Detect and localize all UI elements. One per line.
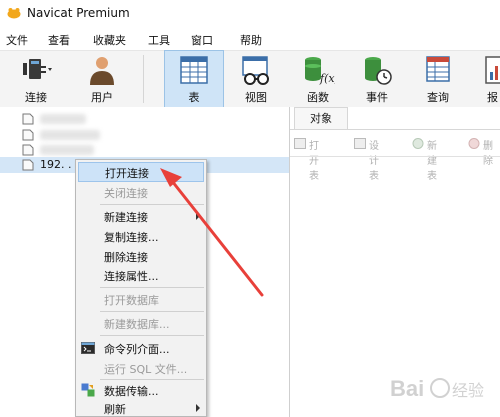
menu-new-database[interactable]: 新建数据库... [76,313,206,333]
object-toolbar: 打开表 设计表 新建表 删除 [290,135,500,182]
menu-command-line[interactable]: 命令列介面... [76,338,206,358]
user-icon [90,57,114,85]
title-bar: Navicat Premium [0,0,500,28]
delete-table-label: 删除 [483,141,493,167]
open-table-icon [294,138,306,149]
tree-item-connection-2[interactable] [0,127,289,143]
tab-divider [290,129,500,130]
data-transfer-icon [81,383,95,397]
baidu-watermark: Bai 经验 [390,376,484,401]
menu-item-label: 刷新 [104,403,126,416]
delete-icon [468,138,480,149]
server-icon [22,159,34,171]
tree-item-connection-1[interactable] [0,111,289,127]
menu-open-connection[interactable]: 打开连接 [78,162,204,182]
menu-run-sql-file[interactable]: 运行 SQL 文件... [76,358,206,378]
query-button-label: 查询 [427,91,449,104]
menu-new-connection[interactable]: 新建连接 [76,206,206,226]
menu-item-label: 删除连接 [104,251,148,264]
menu-copy-connection[interactable]: 复制连接... [76,226,206,246]
tree-item-connection-3[interactable] [0,142,289,158]
menu-item-label: 数据传输... [104,385,159,398]
event-button[interactable]: 事件 [347,51,407,107]
menu-item-label: 复制连接... [104,231,159,244]
table-button-label: 表 [188,91,200,104]
menu-window[interactable]: 窗口 [191,32,213,48]
menu-view[interactable]: 查看 [48,32,70,48]
view-button[interactable]: 视图 [226,51,286,107]
menu-tools[interactable]: 工具 [148,32,170,48]
new-table-label: 新建表 [427,141,437,182]
table-grid-icon [180,56,208,84]
query-button[interactable]: 查询 [408,51,468,107]
svg-text:经验: 经验 [452,381,484,400]
object-list-divider [290,156,500,157]
design-table-icon [354,138,366,149]
connection-button[interactable]: 连接 [6,51,66,107]
svg-text:f(x): f(x) [319,72,335,85]
report-button-label: 报 [487,91,498,104]
design-table-label: 设计表 [369,141,379,182]
query-icon [426,56,450,82]
report-button[interactable]: 报 [480,51,500,107]
submenu-arrow-icon [196,404,200,412]
function-button[interactable]: f(x) 函数 [288,51,348,107]
table-button[interactable]: 表 [164,50,224,108]
menu-bar: 文件 查看 收藏夹 工具 窗口 帮助 [0,28,500,50]
menu-help[interactable]: 帮助 [240,32,262,48]
console-icon [81,342,95,354]
menu-separator [100,335,204,336]
menu-separator [100,311,204,312]
menu-item-label: 新建数据库... [104,318,170,331]
menu-refresh[interactable]: 刷新 [76,398,206,416]
menu-item-label: 连接属性... [104,270,159,283]
event-clock-icon [365,57,392,85]
server-icon [22,144,34,156]
server-icon [22,129,34,141]
window-title: Navicat Premium [27,6,130,20]
menu-separator [100,204,204,205]
new-table-icon [412,138,424,149]
open-table-label: 打开表 [309,141,319,182]
menu-item-label: 打开连接 [105,167,149,180]
view-button-label: 视图 [245,91,267,104]
connection-button-label: 连接 [25,91,47,104]
menu-file[interactable]: 文件 [6,32,28,48]
main-toolbar: 连接 用户 表 视图 f(x 函数 事件 查询 报 [0,50,500,108]
svg-text:Bai: Bai [390,376,424,401]
function-button-label: 函数 [307,91,329,104]
menu-data-transfer[interactable]: 数据传输... [76,380,206,400]
menu-connection-properties[interactable]: 连接属性... [76,265,206,285]
connection-context-menu: 打开连接 关闭连接 新建连接 复制连接... 删除连接 连接属性... 打开数据… [75,159,207,417]
menu-item-label: 打开数据库 [104,294,159,307]
user-button-label: 用户 [91,91,113,104]
menu-delete-connection[interactable]: 删除连接 [76,246,206,266]
menu-item-label: 命令列介面... [104,343,170,356]
connection-plug-icon [23,59,52,79]
menu-item-label: 运行 SQL 文件... [104,363,188,376]
menu-open-database[interactable]: 打开数据库 [76,289,206,309]
report-icon [485,56,500,84]
menu-separator [100,287,204,288]
submenu-arrow-icon [196,212,200,220]
navicat-logo-icon [7,8,21,19]
view-glasses-icon [242,56,269,85]
event-button-label: 事件 [366,91,388,104]
function-fx-icon: f(x) [305,57,335,85]
menu-close-connection[interactable]: 关闭连接 [76,182,206,202]
menu-item-label: 新建连接 [104,211,148,224]
tab-objects[interactable]: 对象 [294,107,348,130]
toolbar-separator [143,55,144,103]
menu-item-label: 关闭连接 [104,187,148,200]
user-button[interactable]: 用户 [72,51,132,107]
menu-favorites[interactable]: 收藏夹 [93,32,126,48]
server-icon [22,113,34,125]
